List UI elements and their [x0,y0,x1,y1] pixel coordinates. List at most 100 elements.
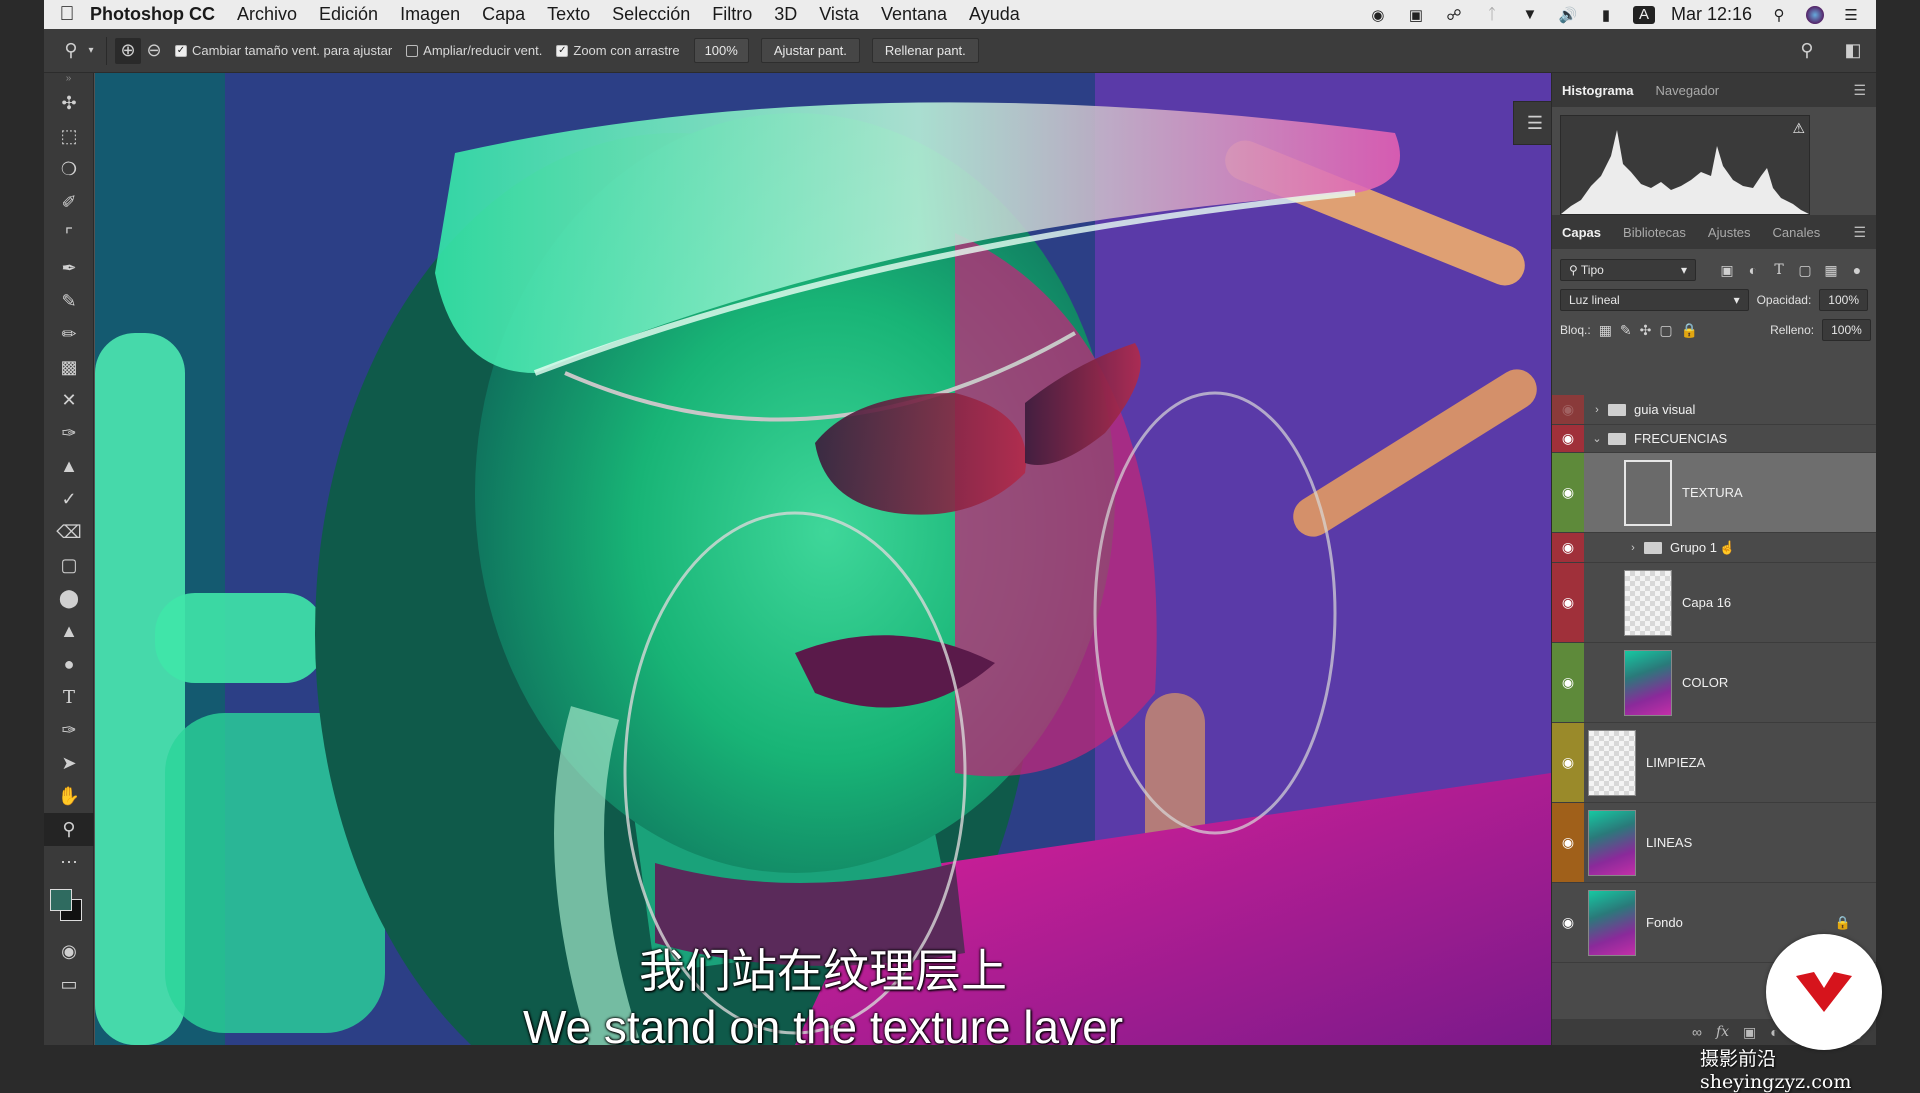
display-icon[interactable]: ▣ [1405,6,1427,24]
color-swatches[interactable] [44,879,94,935]
menu-archivo[interactable]: Archivo [237,4,297,25]
path-selection-tool-icon[interactable]: ➤ [44,747,94,780]
lasso-tool-icon[interactable]: ❍ [44,153,94,186]
layer-style-icon[interactable]: fx [1716,1024,1729,1040]
layer-row[interactable]: ◉ › guia visual [1552,395,1876,425]
menu-ayuda[interactable]: Ayuda [969,4,1020,25]
tab-navegador[interactable]: Navegador [1656,83,1720,98]
menu-vista[interactable]: Vista [819,4,859,25]
hand-tool-icon[interactable]: ✋ [44,780,94,813]
menu-filtro[interactable]: Filtro [712,4,752,25]
chevron-down-icon[interactable]: ⌄ [1590,432,1604,445]
visibility-toggle[interactable]: ◉ [1552,425,1584,452]
blur-tool-icon[interactable]: ⬤ [44,582,94,615]
resize-windows-checkbox[interactable]: ✓ Cambiar tamaño vent. para ajustar [175,43,392,58]
type-tool-icon[interactable]: T [44,681,94,714]
document-canvas[interactable]: ☰ 我们站在纹理层上 We stand on the texture layer [95,73,1551,1045]
mixer-brush-tool-icon[interactable]: ✑ [44,417,94,450]
menu-seleccion[interactable]: Selección [612,4,690,25]
chevron-right-icon[interactable]: › [1626,542,1640,554]
notification-center-icon[interactable]: ☰ [1840,6,1862,24]
menu-3d[interactable]: 3D [774,4,797,25]
shape-filter-icon[interactable]: ▢ [1796,262,1814,279]
fit-screen-button[interactable]: Ajustar pant. [760,38,860,63]
menu-ventana[interactable]: Ventana [881,4,947,25]
creative-cloud-icon[interactable]: ☍ [1443,6,1465,24]
spotlight-search-icon[interactable]: ⚲ [1768,6,1790,24]
zoom-value-field[interactable]: 100% [693,38,749,63]
history-brush-tool-icon[interactable]: ✕ [44,384,94,417]
app-name[interactable]: Photoshop CC [90,4,215,25]
apple-icon[interactable]:  [44,3,90,26]
gradient-tool-icon[interactable]: ▢ [44,549,94,582]
lock-artboard-icon[interactable]: ▢ [1659,322,1672,339]
lock-position-icon[interactable]: ✣ [1640,322,1652,339]
menu-imagen[interactable]: Imagen [400,4,460,25]
lock-icon[interactable]: 🔒 [1835,915,1851,931]
visibility-toggle[interactable]: ◉ [1552,453,1584,532]
layer-filter-dropdown[interactable]: ⚲ Tipo ▾ [1560,259,1696,281]
eraser-tool-icon[interactable]: ⌫ [44,516,94,549]
zoom-tool-preset-icon[interactable]: ⚲ [58,38,84,64]
marquee-tool-icon[interactable]: ⬚ [44,120,94,153]
layer-row[interactable]: ◉ LIMPIEZA [1552,723,1876,803]
zoom-in-icon[interactable]: ⊕ [115,37,141,64]
art-history-brush-tool-icon[interactable]: ✓ [44,483,94,516]
zoom-out-icon[interactable]: ⊖ [141,38,167,64]
panel-menu-icon[interactable]: ☰ [1853,82,1866,99]
menu-texto[interactable]: Texto [547,4,590,25]
visibility-toggle[interactable]: ◉ [1552,883,1584,962]
tab-bibliotecas[interactable]: Bibliotecas [1623,225,1686,240]
scrubby-zoom-checkbox[interactable]: ✓ Zoom con arrastre [556,43,680,58]
zoom-tool-icon[interactable]: ⚲ [44,813,94,846]
tab-canales[interactable]: Canales [1773,225,1821,240]
move-tool-icon[interactable]: ✣ [44,87,94,120]
input-source-icon[interactable]: A [1632,5,1655,24]
brush-tool-icon[interactable]: ✏ [44,318,94,351]
screen-mode-icon[interactable]: ▭ [44,968,94,1001]
siri-icon[interactable] [1806,5,1824,24]
add-mask-icon[interactable]: ▣ [1743,1024,1756,1041]
opacity-field[interactable]: 100% [1819,289,1868,311]
fill-screen-button[interactable]: Rellenar pant. [871,38,979,63]
menu-edicion[interactable]: Edición [319,4,378,25]
chevron-right-icon[interactable]: › [1590,404,1604,416]
lock-image-icon[interactable]: ✎ [1620,322,1632,339]
blend-mode-dropdown[interactable]: Luz lineal ▾ [1560,289,1749,311]
pixel-filter-icon[interactable]: ▣ [1718,262,1736,279]
lock-transparent-icon[interactable]: ▦ [1599,322,1612,339]
clone-stamp-tool-icon[interactable]: ▩ [44,351,94,384]
healing-brush-tool-icon[interactable]: ✎ [44,285,94,318]
quick-mask-icon[interactable]: ◉ [44,935,94,968]
adjustment-filter-icon[interactable]: ◐ [1744,262,1762,278]
visibility-toggle[interactable]: ◉ [1552,723,1584,802]
zoom-all-windows-checkbox[interactable]: Ampliar/reducir vent. [406,43,542,58]
layer-row[interactable]: ◉ ⌄ FRECUENCIAS [1552,425,1876,453]
clock[interactable]: Mar 12:16 [1671,4,1752,25]
smart-object-filter-icon[interactable]: ▦ [1822,262,1840,279]
record-icon[interactable]: ◉ [1367,6,1389,24]
battery-icon[interactable]: ▮ [1595,6,1617,24]
more-tools-icon[interactable]: ⋯ [44,846,94,879]
tab-histograma[interactable]: Histograma [1562,83,1634,98]
bluetooth-icon[interactable]: ᛏ [1481,6,1503,24]
lock-all-icon[interactable]: 🔒 [1681,322,1698,339]
visibility-toggle[interactable]: ◉ [1552,533,1584,562]
visibility-toggle[interactable]: ◉ [1552,803,1584,882]
panel-menu-icon[interactable]: ☰ [1853,224,1866,241]
tab-capas[interactable]: Capas [1562,225,1601,240]
chevron-down-icon[interactable]: ▾ [84,38,98,64]
pen-tool-icon[interactable]: ✑ [44,714,94,747]
type-filter-icon[interactable]: T [1770,262,1788,278]
panel-grip-icon[interactable]: » [44,73,93,87]
quick-selection-tool-icon[interactable]: ✐ [44,186,94,219]
tab-ajustes[interactable]: Ajustes [1708,225,1751,240]
eyedropper-tool-icon[interactable]: ✒ [44,252,94,285]
menu-capa[interactable]: Capa [482,4,525,25]
visibility-toggle[interactable]: ◉ [1552,643,1584,722]
visibility-toggle[interactable]: ◉ [1552,563,1584,642]
visibility-toggle[interactable]: ◉ [1552,395,1584,424]
stamp-tool-icon[interactable]: ▲ [44,450,94,483]
filter-toggle-icon[interactable]: ● [1848,262,1866,278]
link-layers-icon[interactable]: ∞ [1692,1024,1702,1040]
